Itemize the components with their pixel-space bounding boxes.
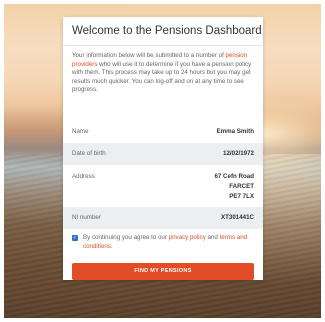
- detail-label: Name: [72, 128, 89, 135]
- intro-text: Your information below will be submitted…: [72, 52, 256, 95]
- detail-value: FARCET: [229, 183, 254, 190]
- detail-row-dob: Date of birth 12/02/1972: [63, 143, 263, 165]
- detail-value: 67 Cefn Road: [214, 173, 254, 180]
- detail-label: NI number: [72, 214, 101, 221]
- consent-text-end: .: [110, 242, 113, 250]
- detail-row-ni-number: NI number XT301441C: [63, 207, 263, 229]
- pensions-dashboard-card: Welcome to the Pensions Dashboard Your i…: [63, 17, 263, 280]
- detail-value: 12/02/1972: [223, 150, 254, 157]
- consent-text-start: By continuing you agree to our: [83, 234, 169, 241]
- intro-text-start: Your information below will be submitted…: [72, 52, 226, 59]
- page-title: Welcome to the Pensions Dashboard: [72, 25, 262, 37]
- consent-text-middle: and: [205, 234, 220, 241]
- find-my-pensions-button[interactable]: FIND MY PENSIONS: [72, 263, 254, 280]
- consent-text: By continuing you agree to our privacy p…: [83, 234, 255, 251]
- detail-value: PE7 7LX: [229, 193, 254, 200]
- detail-row-address: Address 67 Cefn Road FARCET PE7 7LX: [63, 166, 263, 206]
- consent-checkbox[interactable]: ✓: [72, 235, 78, 241]
- intro-text-end: who will use it to determine if you have…: [72, 60, 252, 94]
- checkmark-icon: ✓: [72, 235, 78, 241]
- detail-label: Date of birth: [72, 150, 106, 157]
- detail-value: Emma Smith: [216, 128, 254, 135]
- detail-row-name: Name Emma Smith: [63, 123, 263, 141]
- detail-label: Address: [72, 173, 95, 180]
- title-divider: [63, 45, 263, 46]
- privacy-policy-link[interactable]: privacy policy: [169, 234, 206, 241]
- detail-value: XT301441C: [220, 214, 254, 221]
